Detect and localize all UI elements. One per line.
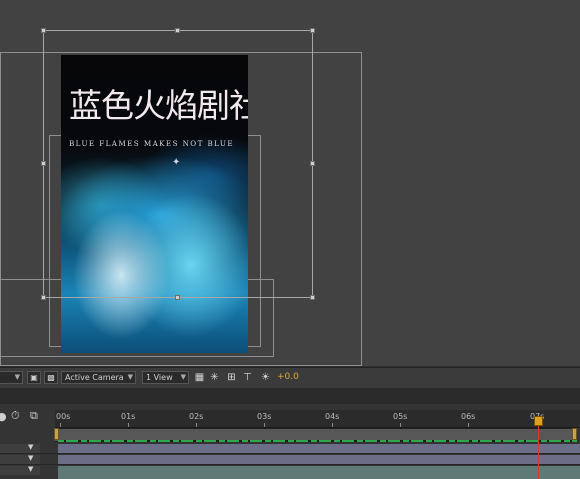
transparency-grid-button[interactable]: ▩ xyxy=(44,371,58,384)
ruler-label: 00s xyxy=(56,412,71,421)
composition-viewer[interactable]: 蓝色火焰剧社 BLUE FLAMES MAKES NOT BLUE ✦ xyxy=(0,0,580,366)
resolution-select[interactable]: ▼ xyxy=(0,371,23,384)
work-area-end-handle[interactable] xyxy=(572,428,577,440)
ruler-tick xyxy=(468,423,469,427)
motion-blur-icon[interactable]: ⧉ xyxy=(30,410,38,421)
transform-handle-tl[interactable] xyxy=(41,28,46,33)
ruler-tick xyxy=(400,423,401,427)
viewer-toolbar: ▼ ▣ ▩ Active Camera ▼ 1 View ▼ ▦ ✳ ⊞ ⊤ ☀ +… xyxy=(0,367,580,389)
work-area-start-handle[interactable] xyxy=(54,428,59,440)
layer-row[interactable]: ▼ xyxy=(0,465,580,479)
transform-handle-mr[interactable] xyxy=(310,161,315,166)
layer-controls[interactable]: ▼ xyxy=(0,454,40,464)
playhead-line[interactable] xyxy=(538,426,539,479)
toggle-pixel-aspect-icon[interactable]: ▦ xyxy=(194,372,205,383)
chevron-down-icon[interactable]: ▼ xyxy=(28,454,33,462)
flowchart-icon[interactable]: ⊤ xyxy=(242,372,253,383)
layer-duration-bar[interactable] xyxy=(58,466,580,479)
camera-select[interactable]: Active Camera ▼ xyxy=(61,371,136,384)
render-cache-indicator xyxy=(58,440,577,442)
layer-duration-bar[interactable] xyxy=(58,444,580,453)
ruler-label: 03s xyxy=(257,412,272,421)
chevron-down-icon[interactable]: ▼ xyxy=(28,465,33,473)
chevron-down-icon[interactable]: ▼ xyxy=(28,443,33,451)
stopwatch-icon[interactable]: ⏱ xyxy=(11,410,20,421)
transform-handle-ml[interactable] xyxy=(41,161,46,166)
transform-handle-br[interactable] xyxy=(310,295,315,300)
timeline-icon[interactable]: ⊞ xyxy=(226,372,237,383)
view-layout-select[interactable]: 1 View ▼ xyxy=(142,371,189,384)
transform-handle-tr[interactable] xyxy=(310,28,315,33)
ruler-tick xyxy=(264,423,265,427)
layer-duration-bar[interactable] xyxy=(58,455,580,464)
ruler-label: 05s xyxy=(393,412,408,421)
transform-handle-bl[interactable] xyxy=(41,295,46,300)
layer-controls[interactable]: ▼ xyxy=(0,443,40,453)
ruler-tick xyxy=(196,423,197,427)
layer-row[interactable]: ▼ xyxy=(0,443,580,454)
camera-select-value: Active Camera xyxy=(65,373,124,382)
panel-divider xyxy=(0,388,580,404)
ruler-tick xyxy=(60,423,61,427)
layer-controls[interactable]: ▼ xyxy=(0,465,40,475)
ruler-label: 04s xyxy=(325,412,340,421)
exposure-value[interactable]: +0.0 xyxy=(277,371,299,384)
ruler-label: 06s xyxy=(461,412,476,421)
view-layout-value: 1 View xyxy=(146,373,173,382)
layer-row[interactable]: ▼ xyxy=(0,454,580,465)
region-of-interest-button[interactable]: ▣ xyxy=(27,371,41,384)
fast-previews-icon[interactable]: ✳ xyxy=(209,372,220,383)
ruler-label: 02s xyxy=(189,412,204,421)
ruler-label: 01s xyxy=(121,412,136,421)
transform-handle-bc[interactable] xyxy=(175,295,180,300)
transform-handle-tc[interactable] xyxy=(175,28,180,33)
solo-icon[interactable]: ● xyxy=(0,411,7,422)
ruler-tick xyxy=(332,423,333,427)
ruler-tick xyxy=(128,423,129,427)
playhead-handle[interactable] xyxy=(534,416,543,426)
exposure-reset-icon[interactable]: ☀ xyxy=(260,372,271,383)
selection-transform-box[interactable] xyxy=(43,30,313,298)
